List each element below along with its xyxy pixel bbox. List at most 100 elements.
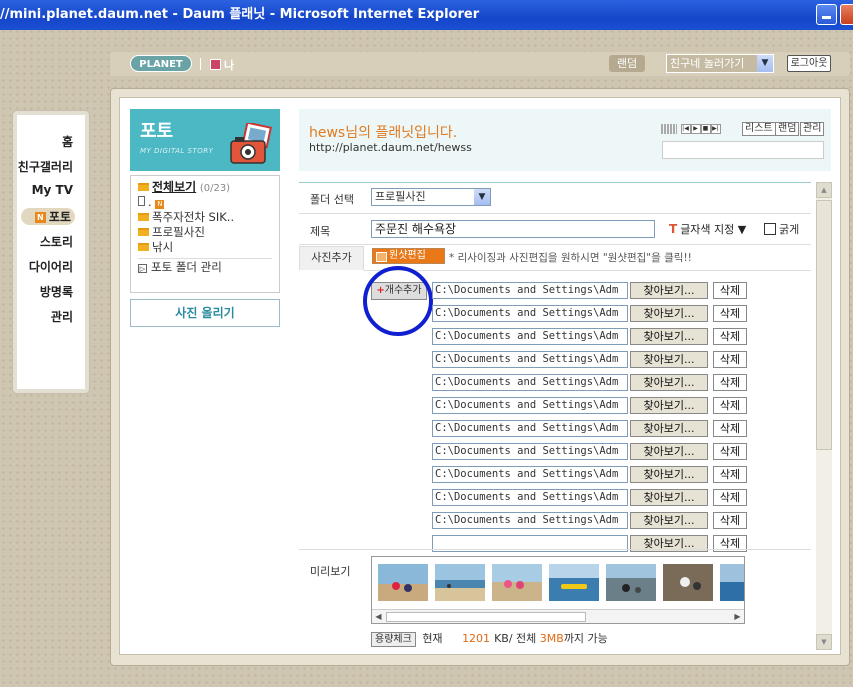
nav-item-manage[interactable]: 관리 (51, 308, 73, 325)
play-icon[interactable]: ▶ (690, 124, 701, 134)
delete-button[interactable]: 삭제 (713, 397, 747, 414)
nav-item-story[interactable]: 스토리 (40, 233, 73, 250)
my-planet-label: 나 (224, 59, 235, 72)
nav-item-mytv[interactable]: My TV (32, 183, 73, 197)
logout-button[interactable]: 로그아웃 (787, 55, 831, 72)
text-color-picker[interactable]: T 글자색 지정 ▼ (669, 221, 746, 237)
file-path-input[interactable]: C:\Documents and Settings\Adm (432, 282, 628, 299)
file-path-input[interactable]: C:\Documents and Settings\Adm (432, 374, 628, 391)
random-button[interactable]: 랜덤 (609, 55, 645, 72)
photo-thumbnail[interactable] (663, 564, 713, 601)
close-button[interactable] (840, 4, 853, 25)
planet-logo[interactable]: PLANET (130, 55, 192, 72)
browse-button[interactable]: 찾아보기... (630, 397, 708, 414)
delete-button[interactable]: 삭제 (713, 512, 747, 529)
browse-button[interactable]: 찾아보기... (630, 351, 708, 368)
capacity-check-button[interactable]: 용량체크 (371, 632, 416, 647)
file-path-input[interactable]: C:\Documents and Settings\Adm (432, 351, 628, 368)
photo-thumbnail[interactable] (435, 564, 485, 601)
nav-item-home[interactable]: 홈 (62, 133, 73, 150)
browse-button[interactable]: 찾아보기... (630, 420, 708, 437)
folder-all[interactable]: 전체보기 (0/23) (138, 180, 279, 195)
next-icon[interactable]: ▶| (710, 124, 721, 134)
checkbox-icon[interactable] (764, 223, 776, 235)
delete-button[interactable]: 삭제 (713, 443, 747, 460)
chevron-down-icon[interactable]: ▼ (474, 189, 490, 205)
file-path-input[interactable]: C:\Documents and Settings\Adm (432, 489, 628, 506)
delete-button[interactable]: 삭제 (713, 351, 747, 368)
preview-scrollbar[interactable]: ◀ ▶ (372, 609, 744, 623)
player-random-button[interactable]: 랜덤 (775, 122, 800, 136)
browse-button[interactable]: 찾아보기... (630, 466, 708, 483)
file-path-input[interactable]: C:\Documents and Settings\Adm (432, 512, 628, 529)
planet-url[interactable]: http://planet.daum.net/hewss (309, 141, 472, 154)
left-nav: 홈 친구갤러리 My TV N 포토 스토리 다이어리 방명록 관리 (13, 111, 89, 393)
nav-item-diary[interactable]: 다이어리 (29, 258, 73, 275)
folder-select[interactable]: 프로필사진 ▼ (371, 188, 491, 206)
bold-checkbox[interactable]: 굵게 (764, 221, 799, 237)
my-planet-link[interactable]: 나 (210, 57, 234, 73)
add-count-button[interactable]: +개수추가 (371, 282, 427, 300)
browse-button[interactable]: 찾아보기... (630, 489, 708, 506)
vertical-scrollbar[interactable]: ▲ ▼ (816, 182, 832, 650)
photo-thumbnail[interactable] (549, 564, 599, 601)
delete-button[interactable]: 삭제 (713, 489, 747, 506)
file-path-input[interactable]: C:\Documents and Settings\Adm (432, 420, 628, 437)
delete-button[interactable]: 삭제 (713, 374, 747, 391)
delete-button[interactable]: 삭제 (713, 305, 747, 322)
file-path-input[interactable]: C:\Documents and Settings\Adm (432, 397, 628, 414)
oneshot-edit-button[interactable]: 원샷편집 (372, 248, 445, 264)
upload-photo-button[interactable]: 사진 올리기 (130, 299, 280, 327)
player-manage-button[interactable]: 관리 (800, 122, 825, 136)
playlist-button[interactable]: 리스트 (742, 122, 776, 136)
browse-button[interactable]: 찾아보기... (630, 512, 708, 529)
browse-button[interactable]: 찾아보기... (630, 282, 708, 299)
scroll-up-icon[interactable]: ▲ (816, 182, 832, 198)
photo-thumbnail[interactable] (492, 564, 542, 601)
file-path-input[interactable]: C:\Documents and Settings\Adm (432, 466, 628, 483)
scroll-left-icon[interactable]: ◀ (372, 610, 385, 623)
folder-all-label[interactable]: 전체보기 (152, 180, 196, 194)
prev-icon[interactable]: |◀ (680, 124, 691, 134)
browse-button[interactable]: 찾아보기... (630, 328, 708, 345)
scroll-thumb[interactable] (816, 200, 832, 450)
stop-icon[interactable]: ■ (700, 124, 711, 134)
scroll-down-icon[interactable]: ▼ (816, 634, 832, 650)
scroll-right-icon[interactable]: ▶ (731, 610, 744, 623)
minimize-button[interactable] (816, 4, 837, 25)
upload-form: 폴더 선택 프로필사진 ▼ 제목 주문진 해수욕장 T 글자색 지정 ▼ 굵게 사진… (299, 182, 811, 656)
delete-button[interactable]: 삭제 (713, 282, 747, 299)
scroll-thumb[interactable] (386, 612, 586, 622)
delete-button[interactable]: 삭제 (713, 466, 747, 483)
nav-item-photo[interactable]: N 포토 (20, 208, 75, 225)
nav-item-guestbook[interactable]: 방명록 (40, 283, 73, 300)
delete-button[interactable]: 삭제 (713, 420, 747, 437)
player-display (662, 141, 824, 159)
folder-item[interactable]: . N (138, 195, 279, 210)
nav-item-friend-gallery[interactable]: 친구갤러리 (18, 158, 73, 175)
folder-item[interactable]: 폭주자전차 SIK.. (138, 210, 279, 225)
browse-button[interactable]: 찾아보기... (630, 374, 708, 391)
browse-button[interactable]: 찾아보기... (630, 305, 708, 322)
file-row: C:\Documents and Settings\Adm 찾아보기... 삭제 (432, 443, 752, 461)
text-color-label: 글자색 지정 ▼ (680, 223, 747, 236)
photo-thumbnail[interactable] (378, 564, 428, 601)
chevron-down-icon[interactable]: ▼ (757, 55, 773, 72)
delete-button[interactable]: 삭제 (713, 328, 747, 345)
photo-header: 포토 MY DIGITAL STORY (130, 109, 280, 171)
friend-visit-select[interactable]: 친구네 놀러가기 ▼ (666, 54, 774, 73)
file-path-input[interactable]: C:\Documents and Settings\Adm (432, 305, 628, 322)
folder-item[interactable]: 프로필사진 (138, 225, 279, 240)
photo-thumbnail[interactable] (720, 564, 745, 601)
folder-manage-link[interactable]: ▷ 포토 폴더 관리 (138, 258, 272, 274)
tab-add-photo[interactable]: 사진추가 (299, 246, 364, 270)
photo-thumbnail[interactable] (606, 564, 656, 601)
browse-button[interactable]: 찾아보기... (630, 443, 708, 460)
file-path-input[interactable]: C:\Documents and Settings\Adm (432, 443, 628, 460)
title-input[interactable]: 주문진 해수욕장 (371, 220, 655, 238)
folder-item-label: 프로필사진 (152, 225, 205, 239)
folder-item[interactable]: 낚시 (138, 240, 279, 255)
divider (364, 270, 811, 271)
window-title-bar: //mini.planet.daum.net - Daum 플래닛 - Micr… (0, 0, 853, 30)
file-path-input[interactable]: C:\Documents and Settings\Adm (432, 328, 628, 345)
